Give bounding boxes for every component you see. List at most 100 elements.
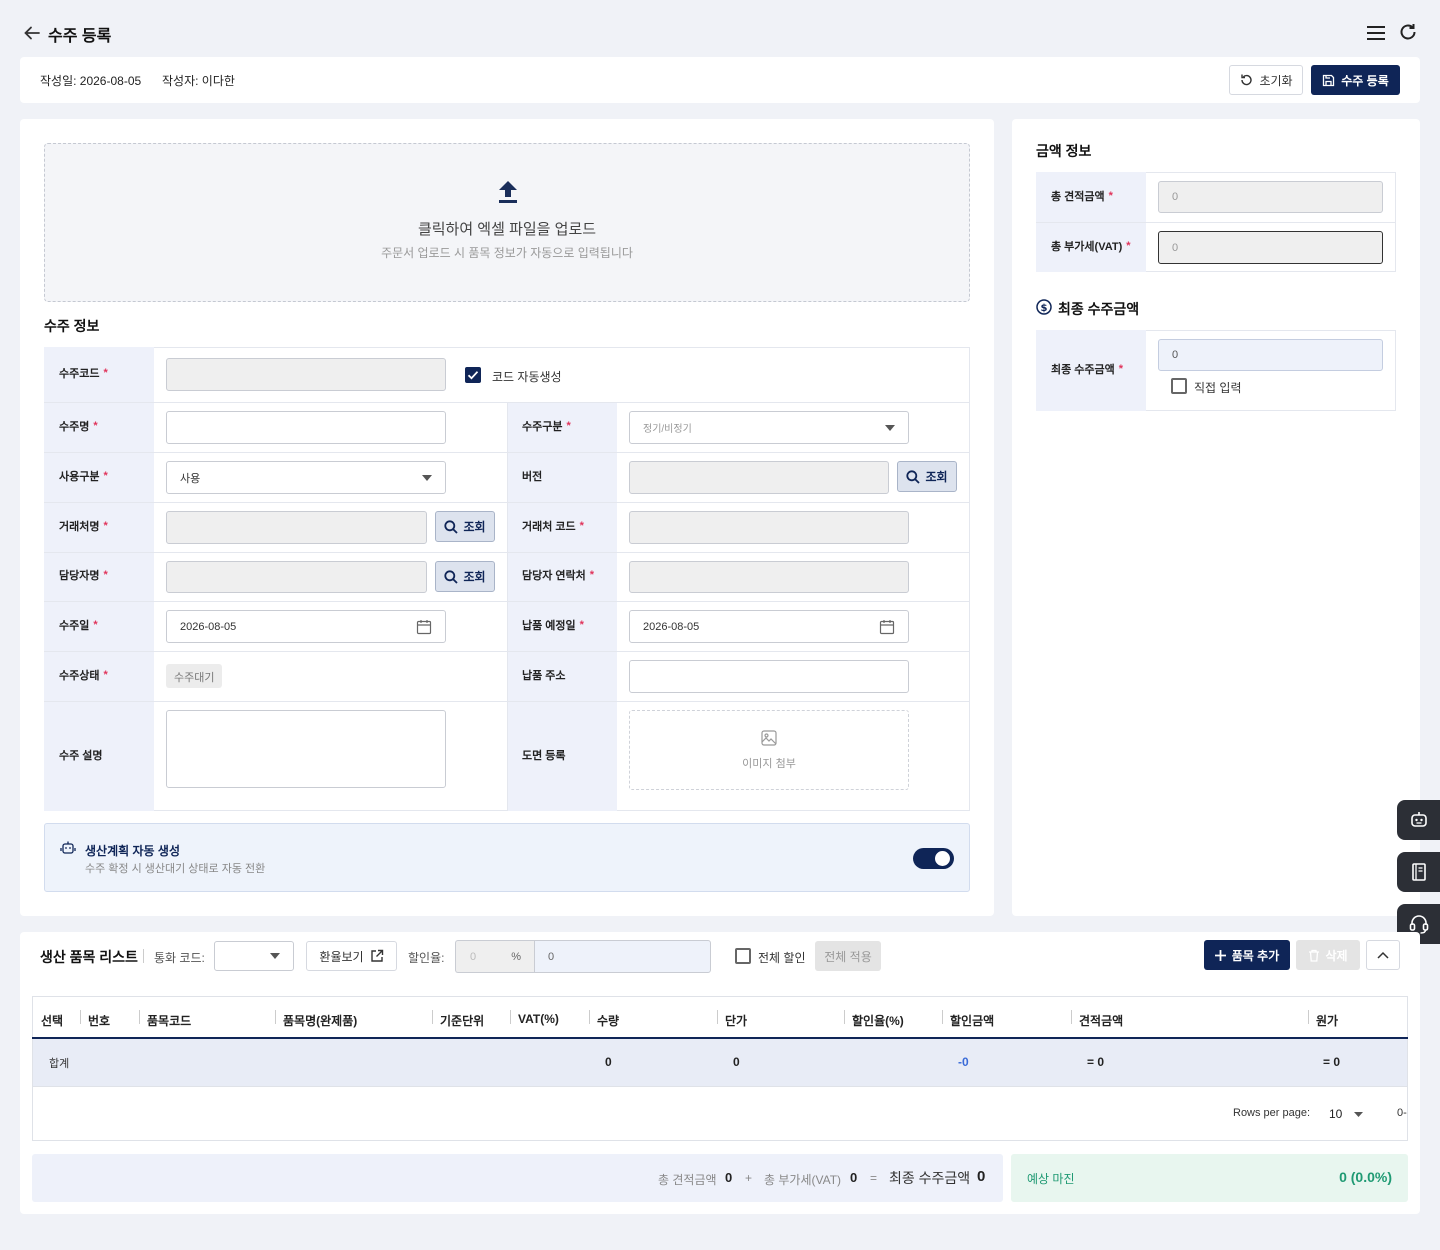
currency-select[interactable] bbox=[214, 941, 294, 971]
total-qty: 0 bbox=[605, 1055, 612, 1069]
order-type-select[interactable]: 정기/비정기 bbox=[629, 411, 909, 444]
currency-label: 통화 코드: bbox=[154, 951, 205, 965]
order-code-label: 수주코드 * bbox=[59, 367, 108, 380]
items-title: 생산 품목 리스트 bbox=[40, 949, 138, 965]
summary-equals: = bbox=[870, 1171, 878, 1185]
refresh-icon[interactable] bbox=[1398, 22, 1418, 42]
order-date-label: 수주일 * bbox=[59, 619, 98, 632]
attach-label: 이미지 첨부 bbox=[742, 758, 796, 770]
page-title: 수주 등록 bbox=[48, 28, 112, 45]
order-code-input[interactable] bbox=[166, 358, 446, 391]
add-item-button[interactable]: 품목 추가 bbox=[1204, 940, 1290, 970]
col-item-name: 품목명(완제품) bbox=[283, 1014, 358, 1028]
total-vat-input[interactable]: 0 bbox=[1158, 231, 1383, 264]
order-name-input[interactable] bbox=[166, 411, 446, 444]
manager-label: 담당자명 * bbox=[59, 569, 108, 582]
rows-per-page-select[interactable]: 10 bbox=[1329, 1105, 1363, 1123]
version-input[interactable] bbox=[629, 461, 889, 494]
final-amount-input[interactable]: 0 bbox=[1158, 339, 1383, 371]
usage-label: 사용구분 * bbox=[59, 470, 108, 483]
reset-button[interactable]: 초기화 bbox=[1229, 65, 1303, 95]
total-cost: = 0 bbox=[1323, 1055, 1341, 1069]
apply-all-button[interactable]: 전체 적용 bbox=[815, 941, 881, 971]
amount-section-title: 금액 정보 bbox=[1036, 143, 1092, 159]
chevron-down-icon bbox=[885, 424, 895, 431]
summary-final-value: 0 bbox=[977, 1168, 986, 1185]
submit-order-button[interactable]: 수주 등록 bbox=[1311, 65, 1400, 95]
address-label: 납품 주소 bbox=[522, 670, 566, 682]
calendar-icon[interactable] bbox=[416, 619, 432, 635]
discount-percent-input[interactable]: 0 % bbox=[455, 940, 535, 973]
status-label: 수주상태 * bbox=[59, 669, 108, 682]
drawing-label: 도면 등록 bbox=[522, 750, 566, 762]
total-estimate-label: 총 견적금액 * bbox=[1051, 190, 1113, 203]
col-qty: 수량 bbox=[597, 1014, 620, 1028]
exchange-rate-button[interactable]: 환율보기 bbox=[306, 941, 397, 971]
upload-icon bbox=[497, 180, 519, 207]
version-search-button[interactable]: 조회 bbox=[897, 461, 957, 492]
calendar-icon[interactable] bbox=[879, 619, 895, 635]
total-row bbox=[33, 1039, 1407, 1087]
summary-final-label: 최종 수주금액 bbox=[889, 1170, 971, 1186]
ai-assistant-button[interactable] bbox=[1397, 800, 1440, 840]
auto-plan-toggle[interactable] bbox=[913, 848, 954, 869]
order-date-input[interactable]: 2026-08-05 bbox=[166, 610, 446, 643]
delete-item-button[interactable]: 삭제 bbox=[1296, 940, 1360, 970]
col-item-code: 품목코드 bbox=[147, 1014, 192, 1028]
total-estimate: = 0 bbox=[1087, 1055, 1105, 1069]
discount-amount-input[interactable]: 0 bbox=[534, 940, 711, 973]
robot-icon bbox=[1410, 812, 1427, 827]
upload-title: 클릭하여 엑셀 파일을 업로드 bbox=[417, 221, 597, 238]
manager-input[interactable] bbox=[166, 561, 427, 593]
auto-code-checkbox[interactable] bbox=[465, 367, 481, 383]
total-unit-price: 0 bbox=[733, 1055, 740, 1069]
chevron-down-icon bbox=[422, 474, 432, 481]
total-vat-label: 총 부가세(VAT) * bbox=[1051, 240, 1131, 253]
external-link-icon bbox=[370, 949, 383, 962]
col-estimate: 견적금액 bbox=[1079, 1014, 1124, 1028]
save-icon bbox=[1323, 74, 1335, 86]
margin-label: 예상 마진 bbox=[1027, 1172, 1075, 1186]
auto-plan-panel: 생산계획 자동 생성 수주 확정 시 생산대기 상태로 자동 전환 bbox=[44, 823, 970, 892]
back-arrow-icon[interactable] bbox=[22, 23, 42, 43]
client-code-input[interactable] bbox=[629, 511, 909, 544]
summary-vat-value: 0 bbox=[850, 1170, 858, 1185]
all-discount-checkbox[interactable] bbox=[735, 948, 751, 964]
total-estimate-input[interactable]: 0 bbox=[1158, 181, 1383, 213]
discount-label: 할인율: bbox=[408, 951, 445, 965]
book-icon bbox=[1411, 863, 1426, 881]
address-input[interactable] bbox=[629, 660, 909, 693]
manager-search-button[interactable]: 조회 bbox=[435, 561, 495, 592]
final-amount-title: 최종 수주금액 bbox=[1058, 301, 1140, 317]
delivery-date-input[interactable]: 2026-08-05 bbox=[629, 610, 909, 643]
order-info-title: 수주 정보 bbox=[44, 318, 100, 334]
image-attach-zone[interactable]: 이미지 첨부 bbox=[629, 710, 909, 790]
created-date: 작성일: 2026-08-05 bbox=[40, 74, 142, 88]
col-number: 번호 bbox=[88, 1014, 111, 1028]
col-unit-price: 단가 bbox=[725, 1014, 748, 1028]
summary-vat-label: 총 부가세(VAT) bbox=[764, 1173, 842, 1187]
client-search-button[interactable]: 조회 bbox=[435, 511, 495, 542]
undo-icon bbox=[1241, 74, 1253, 86]
all-discount-label: 전체 할인 bbox=[758, 951, 806, 965]
collapse-button[interactable] bbox=[1366, 940, 1400, 970]
menu-icon[interactable] bbox=[1366, 24, 1386, 42]
usage-select[interactable]: 사용 bbox=[166, 461, 446, 494]
page-range: 0- bbox=[1397, 1107, 1407, 1119]
svg-text:$: $ bbox=[1041, 303, 1048, 314]
excel-upload-zone[interactable]: 클릭하여 엑셀 파일을 업로드 주문서 업로드 시 품목 정보가 자동으로 입력… bbox=[44, 143, 970, 302]
auto-plan-subtitle: 수주 확정 시 생산대기 상태로 자동 전환 bbox=[85, 863, 266, 875]
version-label: 버전 bbox=[522, 471, 543, 483]
summary-total-estimate-value: 0 bbox=[725, 1170, 733, 1185]
author: 작성자: 이다한 bbox=[162, 74, 235, 88]
col-discount-rate: 할인율(%) bbox=[852, 1014, 904, 1028]
status-badge: 수주대기 bbox=[166, 664, 223, 688]
desc-textarea[interactable] bbox=[166, 710, 446, 788]
manual-input-checkbox[interactable] bbox=[1171, 378, 1187, 394]
meta-bar: 작성일: 2026-08-05 작성자: 이다한 초기화 수주 등록 bbox=[20, 57, 1420, 103]
col-discount-amount: 할인금액 bbox=[950, 1014, 995, 1028]
manual-input-label: 직접 입력 bbox=[1194, 381, 1242, 395]
client-name-input[interactable] bbox=[166, 511, 427, 544]
manager-contact-input[interactable] bbox=[629, 561, 909, 593]
manual-book-button[interactable] bbox=[1397, 852, 1440, 892]
